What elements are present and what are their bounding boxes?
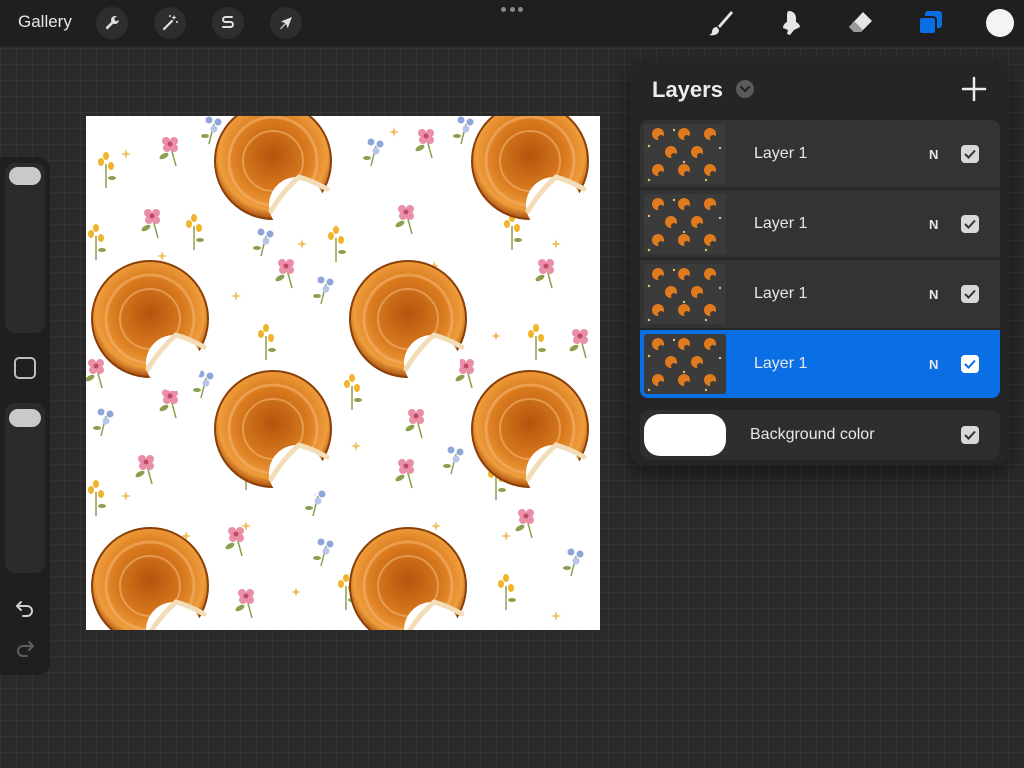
checkmark-icon [964, 219, 976, 229]
arrow-cursor-icon [280, 17, 292, 30]
layer-visibility-checkbox[interactable] [961, 355, 979, 373]
layer-name: Layer 1 [754, 145, 808, 162]
transform-button[interactable] [270, 7, 302, 39]
layer-visibility-checkbox[interactable] [961, 215, 979, 233]
canvas-artwork [86, 116, 600, 630]
blend-mode-button[interactable]: N [929, 147, 938, 162]
plus-icon [961, 76, 987, 102]
blend-mode-button[interactable]: N [929, 357, 938, 372]
layer-row[interactable]: Layer 1 N [640, 120, 1000, 188]
undo-button[interactable] [12, 597, 38, 621]
layer-visibility-checkbox[interactable] [961, 145, 979, 163]
checkmark-icon [964, 430, 976, 440]
layer-name: Layer 1 [754, 215, 808, 232]
layer-row-selected[interactable]: Layer 1 N [640, 330, 1000, 398]
checkmark-icon [964, 149, 976, 159]
layer-row[interactable]: Layer 1 N [640, 190, 1000, 258]
layer-visibility-checkbox[interactable] [961, 285, 979, 303]
background-color-label: Background color [750, 426, 875, 443]
color-picker-button[interactable] [986, 9, 1014, 37]
wrench-icon [105, 15, 119, 30]
left-sidebar [0, 157, 50, 675]
selection-button[interactable] [212, 7, 244, 39]
background-color-row[interactable]: Background color [640, 410, 1000, 460]
eraser-icon [849, 12, 872, 32]
toolbar-grabber[interactable] [501, 7, 523, 13]
redo-icon [17, 641, 34, 657]
opacity-handle[interactable] [9, 409, 41, 427]
brush-button[interactable] [703, 6, 737, 40]
modify-button[interactable] [14, 357, 36, 379]
magic-wand-icon [162, 15, 178, 31]
actions-button[interactable] [96, 7, 128, 39]
checkmark-icon [964, 289, 976, 299]
brush-size-slider[interactable] [5, 163, 45, 333]
layer-thumbnail [644, 334, 726, 394]
add-layer-button[interactable] [961, 76, 987, 102]
adjustments-button[interactable] [154, 7, 186, 39]
selection-s-icon [222, 16, 234, 28]
layer-thumbnail [644, 194, 726, 254]
layer-thumbnail [644, 124, 726, 184]
brush-size-handle[interactable] [9, 167, 41, 185]
drawing-canvas[interactable] [86, 116, 600, 630]
brush-icon [709, 11, 733, 36]
opacity-slider[interactable] [5, 403, 45, 573]
smudge-button[interactable] [773, 6, 807, 40]
blend-mode-button[interactable]: N [929, 217, 938, 232]
layer-name: Layer 1 [754, 355, 808, 372]
gallery-button[interactable]: Gallery [18, 12, 72, 32]
layers-options-button[interactable] [736, 80, 754, 98]
blend-mode-button[interactable]: N [929, 287, 938, 302]
top-toolbar: Gallery [0, 0, 1024, 46]
undo-icon [16, 601, 33, 617]
layer-thumbnail [644, 264, 726, 324]
checkmark-icon [964, 359, 976, 369]
background-color-swatch[interactable] [644, 414, 726, 456]
smudge-icon [783, 11, 800, 35]
chevron-down-icon [740, 86, 750, 93]
background-visibility-checkbox[interactable] [961, 426, 979, 444]
layers-panel-title: Layers [652, 77, 723, 102]
layer-name: Layer 1 [754, 285, 808, 302]
layer-row[interactable]: Layer 1 N [640, 260, 1000, 328]
layers-panel: Layers Layer 1 N Layer 1 N Layer 1 N Lay… [630, 60, 1008, 466]
redo-button[interactable] [12, 637, 38, 661]
layers-button[interactable] [913, 6, 947, 40]
layers-icon [918, 11, 942, 35]
eraser-button[interactable] [843, 6, 877, 40]
